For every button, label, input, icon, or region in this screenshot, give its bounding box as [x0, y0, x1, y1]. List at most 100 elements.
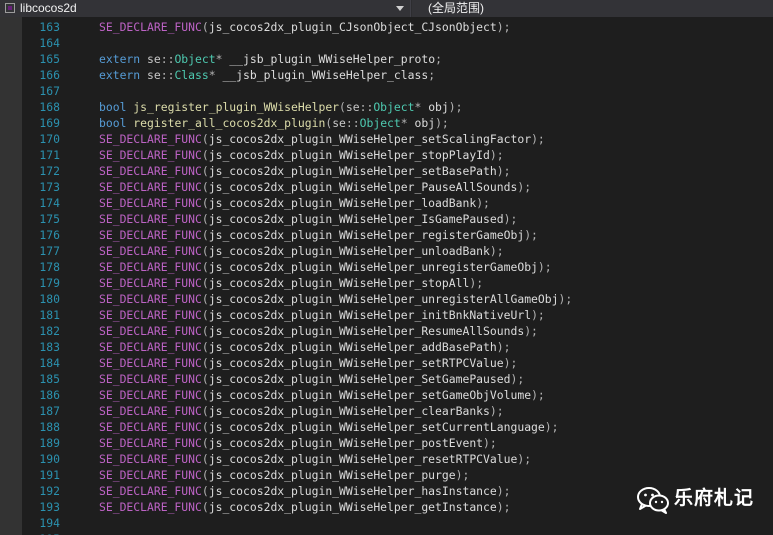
- code-line[interactable]: 181 SE_DECLARE_FUNC(js_cocos2dx_plugin_WW…: [0, 307, 773, 323]
- code-token: extern: [99, 52, 141, 66]
- chevron-down-icon[interactable]: [396, 6, 404, 11]
- code-line[interactable]: 175 SE_DECLARE_FUNC(js_cocos2dx_plugin_WW…: [0, 211, 773, 227]
- code-token: se: [147, 68, 161, 82]
- code-token: js_cocos2dx_plugin_WWiseHelper_addBasePa…: [208, 340, 497, 354]
- code-token: (: [201, 484, 209, 498]
- code-text[interactable]: SE_DECLARE_FUNC(js_cocos2dx_plugin_WWise…: [99, 467, 469, 483]
- line-number: 165: [39, 52, 60, 66]
- code-token: js_cocos2dx_plugin_WWiseHelper_PauseAllS…: [208, 180, 518, 194]
- code-text[interactable]: SE_DECLARE_FUNC(js_cocos2dx_plugin_WWise…: [99, 483, 510, 499]
- watermark: 乐府札记: [636, 484, 766, 516]
- code-token: Object: [174, 52, 216, 66]
- code-text[interactable]: SE_DECLARE_FUNC(js_cocos2dx_plugin_WWise…: [99, 371, 524, 387]
- code-line[interactable]: 182 SE_DECLARE_FUNC(js_cocos2dx_plugin_WW…: [0, 323, 773, 339]
- code-token: SE_DECLARE_FUNC: [99, 308, 202, 322]
- code-token: (: [201, 420, 209, 434]
- code-text[interactable]: SE_DECLARE_FUNC(js_cocos2dx_plugin_WWise…: [99, 435, 497, 451]
- code-text[interactable]: SE_DECLARE_FUNC(js_cocos2dx_plugin_WWise…: [99, 403, 504, 419]
- code-line[interactable]: 184 SE_DECLARE_FUNC(js_cocos2dx_plugin_WW…: [0, 355, 773, 371]
- code-line[interactable]: 166 extern se::Class* __jsb_plugin_WWiseH…: [0, 67, 773, 83]
- code-line[interactable]: 173 SE_DECLARE_FUNC(js_cocos2dx_plugin_WW…: [0, 179, 773, 195]
- code-line[interactable]: 176 SE_DECLARE_FUNC(js_cocos2dx_plugin_WW…: [0, 227, 773, 243]
- code-token: (: [201, 436, 209, 450]
- code-text[interactable]: SE_DECLARE_FUNC(js_cocos2dx_plugin_WWise…: [99, 323, 538, 339]
- code-line[interactable]: 167: [0, 83, 773, 99]
- code-text[interactable]: SE_DECLARE_FUNC(js_cocos2dx_plugin_WWise…: [99, 419, 558, 435]
- code-token: SE_DECLARE_FUNC: [99, 132, 202, 146]
- code-line[interactable]: 180 SE_DECLARE_FUNC(js_cocos2dx_plugin_WW…: [0, 291, 773, 307]
- code-line[interactable]: 191 SE_DECLARE_FUNC(js_cocos2dx_plugin_WW…: [0, 467, 773, 483]
- code-line[interactable]: 186 SE_DECLARE_FUNC(js_cocos2dx_plugin_WW…: [0, 387, 773, 403]
- code-token: SE_DECLARE_FUNC: [99, 324, 202, 338]
- code-token: SE_DECLARE_FUNC: [99, 404, 202, 418]
- code-token: (: [201, 468, 209, 482]
- code-token: SE_DECLARE_FUNC: [99, 228, 202, 242]
- code-line[interactable]: 183 SE_DECLARE_FUNC(js_cocos2dx_plugin_WW…: [0, 339, 773, 355]
- code-text[interactable]: SE_DECLARE_FUNC(js_cocos2dx_plugin_WWise…: [99, 243, 504, 259]
- code-text[interactable]: SE_DECLARE_FUNC(js_cocos2dx_plugin_WWise…: [99, 163, 510, 179]
- code-line[interactable]: 178 SE_DECLARE_FUNC(js_cocos2dx_plugin_WW…: [0, 259, 773, 275]
- code-text[interactable]: SE_DECLARE_FUNC(js_cocos2dx_plugin_WWise…: [99, 179, 531, 195]
- code-text[interactable]: SE_DECLARE_FUNC(js_cocos2dx_plugin_WWise…: [99, 211, 517, 227]
- code-line[interactable]: 165 extern se::Object* __jsb_plugin_WWise…: [0, 51, 773, 67]
- code-line[interactable]: 179 SE_DECLARE_FUNC(js_cocos2dx_plugin_WW…: [0, 275, 773, 291]
- code-text[interactable]: SE_DECLARE_FUNC(js_cocos2dx_plugin_WWise…: [99, 147, 504, 163]
- line-number: 163: [39, 20, 60, 34]
- code-text[interactable]: SE_DECLARE_FUNC(js_cocos2dx_plugin_WWise…: [99, 387, 545, 403]
- code-text[interactable]: bool js_register_plugin_WWiseHelper(se::…: [99, 99, 463, 115]
- code-text[interactable]: SE_DECLARE_FUNC(js_cocos2dx_plugin_WWise…: [99, 355, 517, 371]
- code-line[interactable]: 174 SE_DECLARE_FUNC(js_cocos2dx_plugin_WW…: [0, 195, 773, 211]
- code-editor[interactable]: 163 SE_DECLARE_FUNC(js_cocos2dx_plugin_CJ…: [0, 17, 773, 535]
- code-token: (: [201, 340, 209, 354]
- code-token: *: [215, 52, 230, 66]
- code-line[interactable]: 190 SE_DECLARE_FUNC(js_cocos2dx_plugin_WW…: [0, 451, 773, 467]
- code-token: );: [448, 100, 463, 114]
- code-text[interactable]: SE_DECLARE_FUNC(js_cocos2dx_plugin_CJson…: [99, 19, 510, 35]
- code-text[interactable]: extern se::Class* __jsb_plugin_WWiseHelp…: [99, 67, 435, 83]
- code-token: js_cocos2dx_plugin_WWiseHelper_registerG…: [208, 228, 525, 242]
- code-line[interactable]: 185 SE_DECLARE_FUNC(js_cocos2dx_plugin_WW…: [0, 371, 773, 387]
- code-line[interactable]: 194: [0, 515, 773, 531]
- code-line[interactable]: 169 bool register_all_cocos2dx_plugin(se:…: [0, 115, 773, 131]
- code-line[interactable]: 177 SE_DECLARE_FUNC(js_cocos2dx_plugin_WW…: [0, 243, 773, 259]
- code-line[interactable]: 168 bool js_register_plugin_WWiseHelper(s…: [0, 99, 773, 115]
- code-text[interactable]: SE_DECLARE_FUNC(js_cocos2dx_plugin_WWise…: [99, 227, 538, 243]
- code-text[interactable]: SE_DECLARE_FUNC(js_cocos2dx_plugin_WWise…: [99, 291, 572, 307]
- scope-dropdown[interactable]: (全局范围): [412, 0, 773, 17]
- code-token: SE_DECLARE_FUNC: [99, 340, 202, 354]
- code-token: __jsb_plugin_WWiseHelper_class: [222, 68, 429, 82]
- scope-dropdown-label: (全局范围): [428, 1, 484, 15]
- code-token: );: [496, 164, 511, 178]
- code-text[interactable]: SE_DECLARE_FUNC(js_cocos2dx_plugin_WWise…: [99, 499, 510, 515]
- code-line[interactable]: 163 SE_DECLARE_FUNC(js_cocos2dx_plugin_CJ…: [0, 19, 773, 35]
- code-text[interactable]: SE_DECLARE_FUNC(js_cocos2dx_plugin_WWise…: [99, 275, 483, 291]
- code-text[interactable]: SE_DECLARE_FUNC(js_cocos2dx_plugin_WWise…: [99, 259, 552, 275]
- code-line[interactable]: 164: [0, 35, 773, 51]
- code-line[interactable]: 188 SE_DECLARE_FUNC(js_cocos2dx_plugin_WW…: [0, 419, 773, 435]
- code-text[interactable]: SE_DECLARE_FUNC(js_cocos2dx_plugin_WWise…: [99, 339, 510, 355]
- code-line[interactable]: 172 SE_DECLARE_FUNC(js_cocos2dx_plugin_WW…: [0, 163, 773, 179]
- project-dropdown[interactable]: libcocos2d: [0, 0, 411, 17]
- code-line[interactable]: 195: [0, 531, 773, 535]
- code-line[interactable]: 189 SE_DECLARE_FUNC(js_cocos2dx_plugin_WW…: [0, 435, 773, 451]
- code-text[interactable]: SE_DECLARE_FUNC(js_cocos2dx_plugin_WWise…: [99, 195, 490, 211]
- code-token: SE_DECLARE_FUNC: [99, 420, 202, 434]
- code-token: (: [201, 212, 209, 226]
- code-text[interactable]: SE_DECLARE_FUNC(js_cocos2dx_plugin_WWise…: [99, 451, 531, 467]
- code-token: ;: [435, 52, 442, 66]
- code-text[interactable]: extern se::Object* __jsb_plugin_WWiseHel…: [99, 51, 442, 67]
- code-token: js_cocos2dx_plugin_WWiseHelper_setGameOb…: [208, 388, 532, 402]
- code-text[interactable]: SE_DECLARE_FUNC(js_cocos2dx_plugin_WWise…: [99, 131, 545, 147]
- code-line[interactable]: 170 SE_DECLARE_FUNC(js_cocos2dx_plugin_WW…: [0, 131, 773, 147]
- code-token: (: [201, 388, 209, 402]
- code-line[interactable]: 187 SE_DECLARE_FUNC(js_cocos2dx_plugin_WW…: [0, 403, 773, 419]
- code-line[interactable]: 171 SE_DECLARE_FUNC(js_cocos2dx_plugin_WW…: [0, 147, 773, 163]
- line-number: 169: [39, 116, 60, 130]
- code-text[interactable]: SE_DECLARE_FUNC(js_cocos2dx_plugin_WWise…: [99, 307, 545, 323]
- code-token: js_cocos2dx_plugin_WWiseHelper_ResumeAll…: [208, 324, 525, 338]
- code-token: (: [201, 244, 209, 258]
- code-token: );: [531, 132, 545, 146]
- code-text[interactable]: bool register_all_cocos2dx_plugin(se::Ob…: [99, 115, 449, 131]
- code-token: SE_DECLARE_FUNC: [99, 356, 202, 370]
